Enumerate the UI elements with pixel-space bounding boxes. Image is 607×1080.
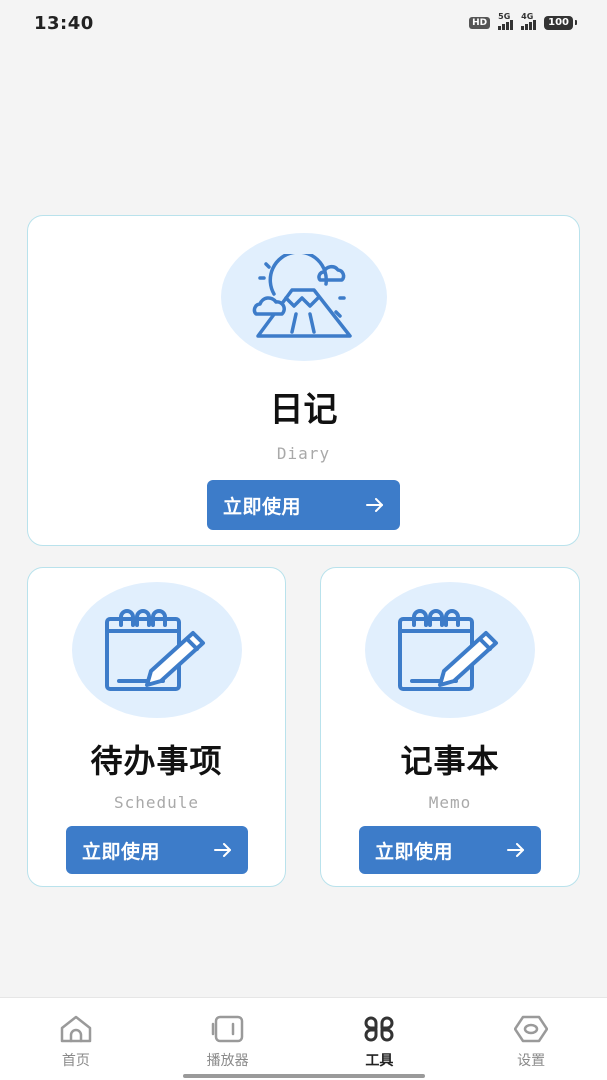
status-icons: HD 5G 4G 100: [469, 12, 577, 30]
nav-item-player[interactable]: 播放器: [152, 998, 304, 1080]
nav-item-settings[interactable]: 设置: [455, 998, 607, 1080]
battery-icon: 100: [544, 16, 577, 30]
nav-label-player: 播放器: [206, 1053, 249, 1069]
diary-subtitle: Diary: [276, 444, 331, 463]
memo-subtitle: Memo: [428, 793, 472, 812]
hd-icon: HD: [469, 17, 491, 29]
status-time: 13:40: [34, 12, 94, 34]
diary-card[interactable]: 日记 Diary 立即使用: [27, 215, 580, 546]
memo-card[interactable]: 记事本 Memo 立即使用: [320, 567, 580, 887]
bottom-nav: 首页 播放器 工具 设置: [0, 997, 607, 1080]
nav-label-tools: 工具: [365, 1053, 394, 1069]
settings-eye-icon: [514, 1015, 549, 1043]
mountain-sun-icon: [252, 254, 352, 338]
memo-icon-circle: [365, 582, 535, 718]
schedule-title: 待办事项: [90, 742, 223, 780]
signal-5g-icon: 5G: [498, 12, 514, 30]
status-bar: 13:40 HD 5G 4G 100: [0, 0, 607, 46]
nav-item-home[interactable]: 首页: [0, 998, 152, 1080]
memo-title: 记事本: [400, 742, 500, 780]
schedule-use-button[interactable]: 立即使用: [66, 826, 248, 874]
diary-use-button[interactable]: 立即使用: [207, 480, 400, 530]
nav-item-tools[interactable]: 工具: [304, 998, 456, 1080]
schedule-card[interactable]: 待办事项 Schedule 立即使用: [27, 567, 286, 887]
nav-label-home: 首页: [61, 1053, 90, 1069]
diary-title: 日记: [269, 390, 338, 430]
arrow-right-icon: [214, 843, 231, 857]
schedule-use-button-label: 立即使用: [82, 840, 161, 863]
arrow-right-icon: [507, 843, 524, 857]
notepad-pencil-icon: [398, 609, 498, 691]
diary-icon-circle: [221, 233, 387, 361]
memo-use-button-label: 立即使用: [375, 840, 454, 863]
screen: 13:40 HD 5G 4G 100 日记 Diary 立即使用 待办事项 Sc…: [0, 0, 607, 1080]
player-icon: [211, 1015, 243, 1043]
nav-label-settings: 设置: [517, 1053, 546, 1069]
arrow-right-icon: [366, 498, 383, 512]
home-indicator[interactable]: [183, 1074, 425, 1078]
tools-grid-icon: [364, 1016, 394, 1042]
schedule-subtitle: Schedule: [113, 793, 200, 812]
diary-use-button-label: 立即使用: [223, 495, 302, 518]
notepad-pencil-icon: [105, 609, 205, 691]
home-icon: [60, 1015, 92, 1043]
schedule-icon-circle: [72, 582, 242, 718]
memo-use-button[interactable]: 立即使用: [359, 826, 541, 874]
signal-4g-icon: 4G: [521, 12, 537, 30]
